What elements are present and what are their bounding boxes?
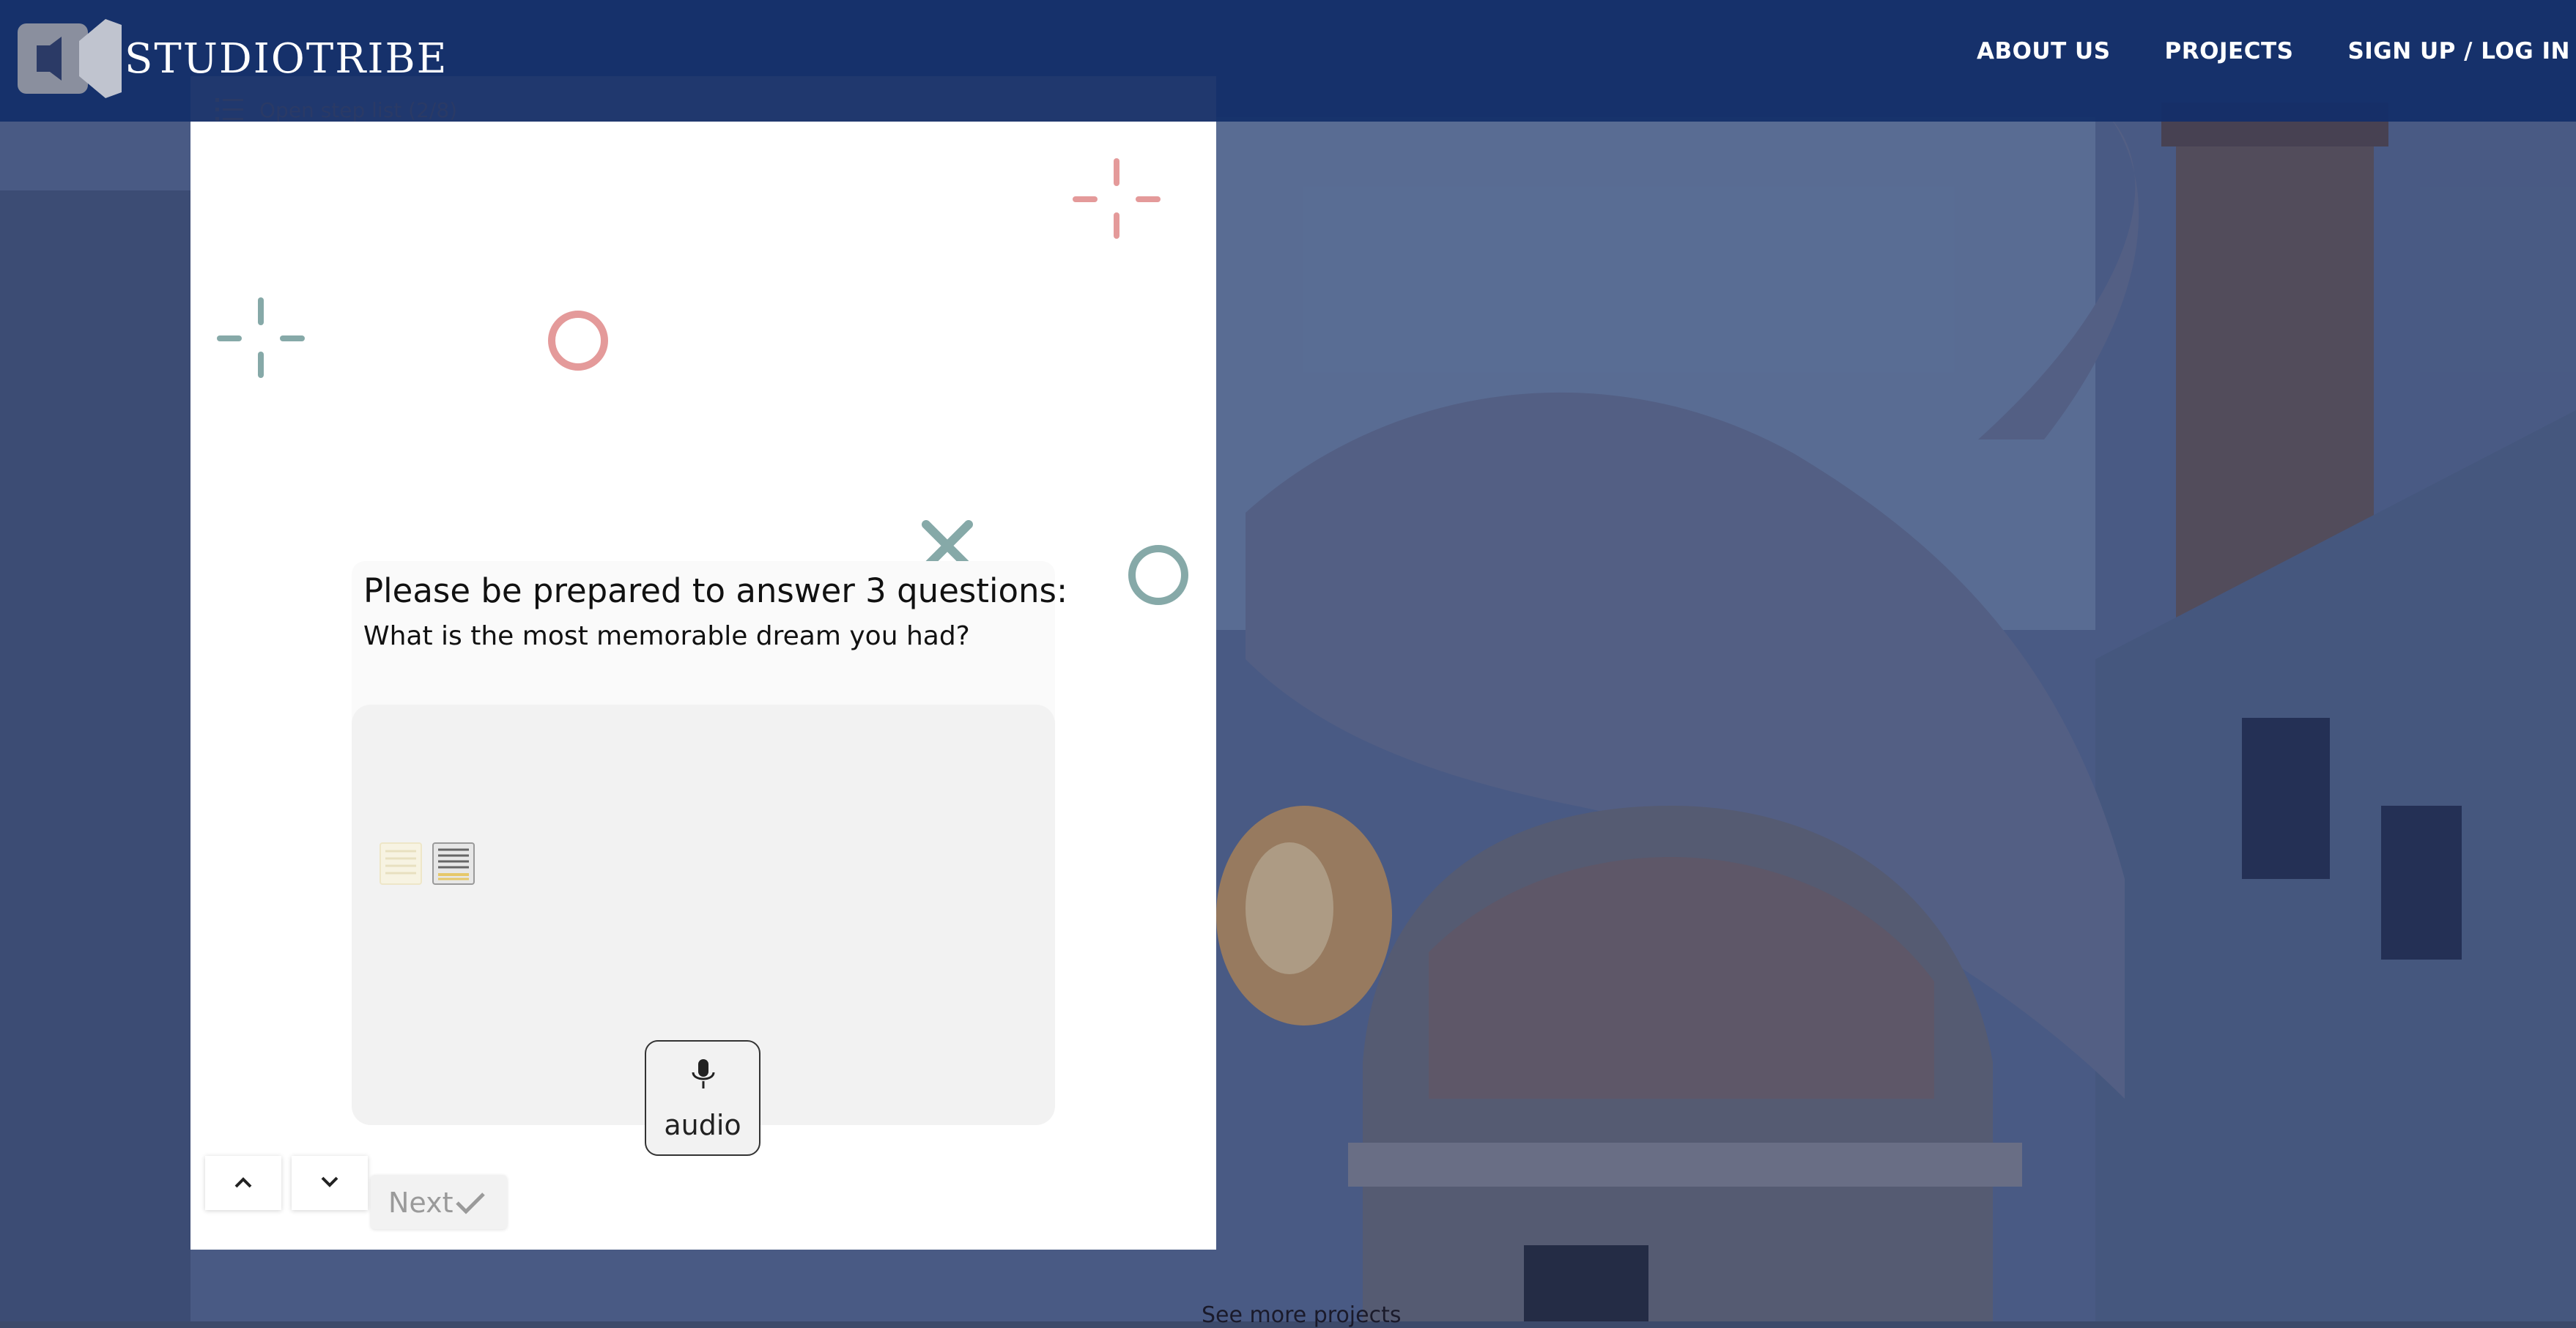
audio-button[interactable]: audio: [645, 1040, 760, 1156]
next-label: Next: [388, 1187, 454, 1219]
step-list-bar[interactable]: Open step list (2/8): [190, 76, 1216, 122]
next-button[interactable]: Next: [371, 1175, 507, 1229]
sparkle-icon: [217, 297, 305, 378]
audio-label: audio: [664, 1109, 741, 1141]
nav-about-us[interactable]: ABOUT US: [1977, 38, 2111, 64]
text-mode-icon[interactable]: [380, 842, 422, 885]
circle-icon: [548, 311, 608, 371]
next-step-button[interactable]: [292, 1156, 368, 1210]
question-text: What is the most memorable dream you had…: [363, 621, 970, 651]
sparkle-icon: [1073, 158, 1161, 239]
circle-icon: [1128, 545, 1188, 605]
check-icon: [456, 1192, 485, 1214]
nav-signup-login[interactable]: SIGN UP / LOG IN: [2347, 38, 2570, 64]
document-mode-icon[interactable]: [432, 842, 475, 885]
microphone-icon: [692, 1059, 715, 1088]
see-more-projects-link[interactable]: See more projects: [1202, 1302, 1402, 1328]
nav-projects[interactable]: PROJECTS: [2165, 38, 2294, 64]
chevron-up-icon: [234, 1177, 252, 1188]
speaker-icon: [18, 19, 122, 98]
list-icon: [215, 98, 243, 121]
previous-step-button[interactable]: [205, 1156, 281, 1210]
step-list-label: Open step list (2/8): [259, 98, 458, 122]
question-title: Please be prepared to answer 3 questions…: [363, 571, 1068, 610]
main-nav: ABOUT US PROJECTS SIGN UP / LOG IN: [1977, 38, 2570, 64]
chevron-down-icon: [321, 1176, 338, 1187]
